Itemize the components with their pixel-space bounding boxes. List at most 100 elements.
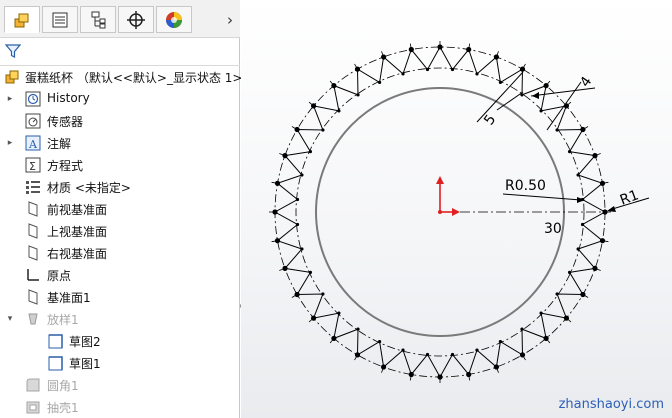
configuration-manager-tab[interactable] [80, 6, 116, 33]
tree-item-label: 传感器 [47, 115, 84, 129]
sketch-point[interactable] [520, 327, 524, 331]
sketch-point[interactable] [294, 291, 300, 298]
tree-item-label: 圆角1 [47, 379, 79, 393]
dim-line-5[interactable] [496, 91, 524, 111]
tree-item[interactable]: 传感器 [0, 110, 240, 132]
dimxpert-tab[interactable] [118, 6, 154, 33]
tree-item[interactable]: 上视基准面 [0, 220, 240, 242]
sketch-point[interactable] [498, 340, 502, 344]
sketch-point[interactable] [321, 128, 325, 132]
tree-item[interactable]: ▸ History [0, 88, 240, 110]
dim-label-30[interactable]: 30 [544, 221, 562, 237]
crosshair-icon [127, 10, 145, 29]
sketch-point[interactable] [425, 352, 430, 357]
tree-item[interactable]: 草图1 [0, 352, 240, 374]
sketch-point[interactable] [576, 173, 580, 177]
material-icon [26, 181, 40, 194]
tree-item[interactable]: 右视基准面 [0, 242, 240, 264]
tree-item[interactable]: Σ 方程式 [0, 154, 240, 176]
dim-label-r-small[interactable]: R0.50 [505, 178, 546, 194]
watermark: zhanshaoyi.com [558, 397, 664, 412]
plane-icon [28, 245, 38, 261]
sketch-point[interactable] [295, 222, 300, 227]
sketch-point[interactable] [475, 348, 479, 352]
sketch-point[interactable] [337, 109, 341, 113]
tree-item[interactable]: 抽壳1 [0, 396, 240, 418]
plane-icon [28, 223, 38, 239]
tab-scroll-right-button[interactable]: › [222, 10, 238, 30]
sketch-point[interactable] [321, 292, 325, 296]
sketch-point[interactable] [555, 128, 559, 132]
sketch-point[interactable] [401, 72, 405, 76]
dim-leader-r-small[interactable] [502, 193, 582, 201]
sketch-point[interactable] [580, 222, 585, 227]
sketch-point[interactable] [498, 80, 502, 84]
filter-icon[interactable] [5, 43, 21, 59]
sketch-point[interactable] [295, 197, 300, 202]
dim-label-r-big[interactable]: R1 [618, 187, 641, 208]
sketch-point[interactable] [568, 150, 572, 154]
collapsed-arrow-icon[interactable]: ▸ [5, 94, 15, 104]
sketch-point[interactable] [475, 72, 479, 76]
history-icon [25, 91, 41, 107]
sketch-point[interactable] [308, 270, 312, 274]
sketch-point[interactable] [300, 173, 304, 177]
sketch-point[interactable] [425, 67, 430, 72]
feature-manager-tab[interactable] [4, 6, 40, 33]
appearance-sphere-icon [166, 11, 182, 28]
tree-filter-bar[interactable] [0, 38, 240, 66]
sensor-icon [25, 113, 41, 129]
tree-item[interactable]: ▾ 放样1 [0, 308, 240, 330]
property-manager-icon [52, 12, 68, 27]
sketch-point[interactable] [300, 247, 304, 251]
sketch-point[interactable] [294, 126, 300, 133]
collapsed-arrow-icon[interactable]: ▸ [5, 138, 15, 148]
tree-item-label: 注解 [47, 137, 72, 151]
sketch-point[interactable] [378, 80, 382, 84]
tree-item[interactable]: ▸ A 注解 [0, 132, 240, 154]
dim-extension[interactable] [546, 81, 582, 131]
sketch-point[interactable] [308, 150, 312, 154]
dim-arrow[interactable] [607, 206, 616, 212]
tree-item[interactable]: 基准面1 [0, 286, 240, 308]
origin-y-arrow[interactable] [436, 176, 444, 184]
tree-item[interactable]: 材质 <未指定> [0, 176, 240, 198]
sketch-point[interactable] [378, 340, 382, 344]
tree-item-label: 抽壳1 [47, 401, 79, 415]
origin-icon [27, 269, 39, 281]
tree-item-label: 前视基准面 [47, 203, 108, 217]
tree-item-label: 方程式 [47, 159, 84, 173]
sketch-point[interactable] [401, 348, 405, 352]
sketch-point[interactable] [356, 327, 360, 331]
tree-item[interactable]: 圆角1 [0, 374, 240, 396]
sketch-point[interactable] [356, 93, 360, 97]
property-manager-tab[interactable] [42, 6, 78, 33]
sketch-point[interactable] [337, 311, 341, 315]
tree-item-label: History [47, 91, 90, 105]
display-manager-tab[interactable] [156, 6, 192, 33]
expanded-arrow-icon[interactable]: ▾ [5, 314, 15, 324]
dim-line-4[interactable] [530, 87, 596, 97]
origin-x-arrow[interactable] [452, 208, 460, 216]
graphics-viewport[interactable]: R0.50 R1 30 4 5 zhanshaoyi.com [241, 0, 672, 418]
sketch-point[interactable] [555, 292, 559, 296]
svg-text:A: A [28, 138, 38, 151]
dim-arrow[interactable] [532, 92, 539, 99]
tree-item[interactable]: 前视基准面 [0, 198, 240, 220]
sketch-point[interactable] [568, 270, 572, 274]
sketch-point[interactable] [576, 247, 580, 251]
sketch-point[interactable] [450, 352, 455, 357]
sketch-point[interactable] [450, 67, 455, 72]
tree-item[interactable]: 原点 [0, 264, 240, 286]
origin-point[interactable] [438, 210, 442, 214]
sketch-point[interactable] [539, 311, 543, 315]
plane-icon [28, 201, 38, 217]
tree-root-part[interactable]: 蛋糕纸杯 （默认<<默认>_显示状态 1>） [0, 66, 254, 88]
tree-item-label: 草图2 [69, 335, 101, 349]
sketch-point[interactable] [539, 109, 543, 113]
dim-label-5[interactable]: 5 [481, 112, 499, 128]
sketch-drawing[interactable]: R0.50R13045 [241, 0, 672, 418]
feature-manager-icon [14, 13, 29, 27]
fillet-icon [26, 378, 40, 392]
tree-item[interactable]: 草图2 [0, 330, 240, 352]
